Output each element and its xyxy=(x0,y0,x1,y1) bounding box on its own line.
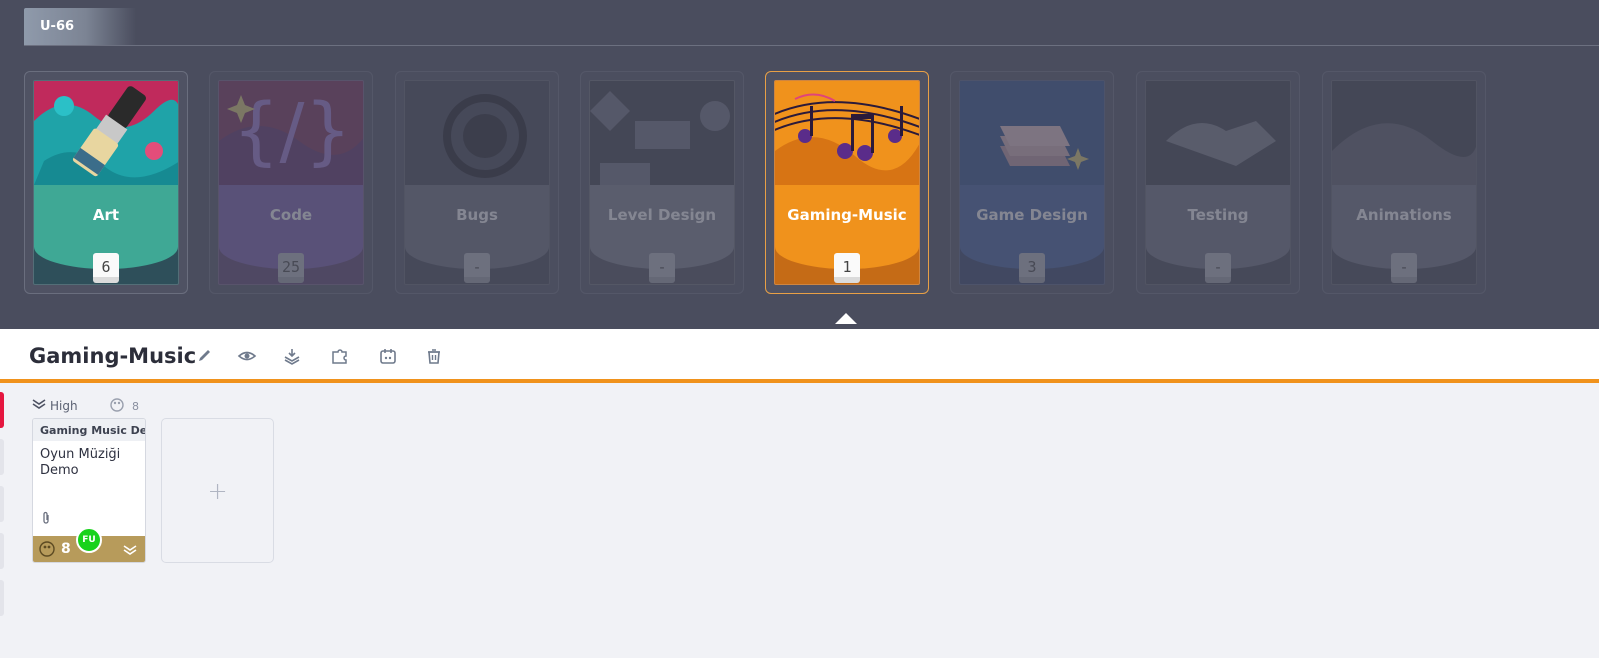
flowchart-illustration xyxy=(590,81,734,185)
bugs-illustration xyxy=(405,81,549,185)
lane-marker xyxy=(0,580,4,616)
category-title: Game Design xyxy=(976,206,1088,224)
project-tab[interactable]: U-66 xyxy=(24,8,136,46)
category-card-animations[interactable]: Animations - xyxy=(1322,71,1486,294)
art-illustration xyxy=(34,81,178,185)
music-notes-illustration xyxy=(775,81,919,185)
category-card-code[interactable]: {/} Code 25 xyxy=(209,71,373,294)
lane-marker xyxy=(0,439,4,475)
task-points: 8 xyxy=(61,541,71,557)
category-count-badge: 6 xyxy=(93,253,119,283)
category-title: Code xyxy=(269,206,313,224)
lane-marker xyxy=(0,486,4,522)
category-count-badge: - xyxy=(1205,253,1231,283)
category-card-testing[interactable]: Testing - xyxy=(1136,71,1300,294)
lane-marker xyxy=(0,533,4,569)
svg-text:{/}: {/} xyxy=(232,88,351,174)
task-title: Gaming Music Demo xyxy=(33,419,145,441)
calendar-icon[interactable] xyxy=(378,346,398,366)
priority-high-icon xyxy=(32,398,46,413)
trash-icon[interactable] xyxy=(424,346,444,366)
page-title: Gaming-Music xyxy=(29,344,197,368)
category-header: Gaming-Music xyxy=(0,329,1599,383)
category-panel: U-66 Art 6 {/} Code 25 Bugs - Level Desi… xyxy=(0,0,1599,329)
add-task-button[interactable]: + xyxy=(161,418,274,563)
lane-points-value: 8 xyxy=(132,400,139,413)
lane-priority: High xyxy=(32,398,78,413)
category-card-gaming-music[interactable]: Gaming-Music 1 xyxy=(765,71,929,294)
category-count-badge: - xyxy=(649,253,675,283)
category-card-art[interactable]: Art 6 xyxy=(24,71,188,294)
project-label: U-66 xyxy=(40,19,75,34)
task-footer: 8 FU xyxy=(33,527,145,562)
category-title: Bugs xyxy=(456,206,498,224)
category-title: Level Design xyxy=(607,206,717,224)
category-count-badge: 3 xyxy=(1019,253,1045,283)
documents-illustration xyxy=(960,81,1104,185)
category-title: Art xyxy=(92,206,120,224)
category-title: Animations xyxy=(1356,206,1452,224)
eye-icon[interactable] xyxy=(237,346,257,366)
task-description: Oyun Müziği Demo xyxy=(40,447,121,478)
code-brackets-illustration: {/} xyxy=(219,81,363,185)
category-card-game-design[interactable]: Game Design 3 xyxy=(950,71,1114,294)
category-title: Gaming-Music xyxy=(787,206,907,224)
category-card-bugs[interactable]: Bugs - xyxy=(395,71,559,294)
category-count-badge: - xyxy=(464,253,490,283)
category-count-badge: - xyxy=(1391,253,1417,283)
plus-icon: + xyxy=(207,476,228,505)
palette-icon xyxy=(110,398,124,415)
divider xyxy=(24,45,1599,46)
task-card[interactable]: Gaming Music Demo Oyun Müziği Demo 8 FU xyxy=(32,418,146,563)
animations-illustration xyxy=(1332,81,1476,185)
palette-icon xyxy=(39,541,55,561)
category-card-level-design[interactable]: Level Design - xyxy=(580,71,744,294)
handshake-illustration xyxy=(1146,81,1290,185)
category-count-badge: 25 xyxy=(278,253,304,283)
priority-high-icon xyxy=(123,542,137,561)
category-title: Testing xyxy=(1187,206,1249,224)
archive-download-icon[interactable] xyxy=(282,346,302,366)
lane-marker-active xyxy=(0,392,4,428)
category-count-badge: 1 xyxy=(834,253,860,283)
avatar[interactable]: FU xyxy=(76,527,102,553)
puzzle-icon[interactable] xyxy=(330,346,350,366)
lane-priority-label: High xyxy=(50,398,78,413)
active-pointer xyxy=(835,313,857,324)
attachment-icon[interactable] xyxy=(39,510,53,524)
lane-points: 8 xyxy=(110,398,139,415)
pencil-icon[interactable] xyxy=(195,346,215,366)
